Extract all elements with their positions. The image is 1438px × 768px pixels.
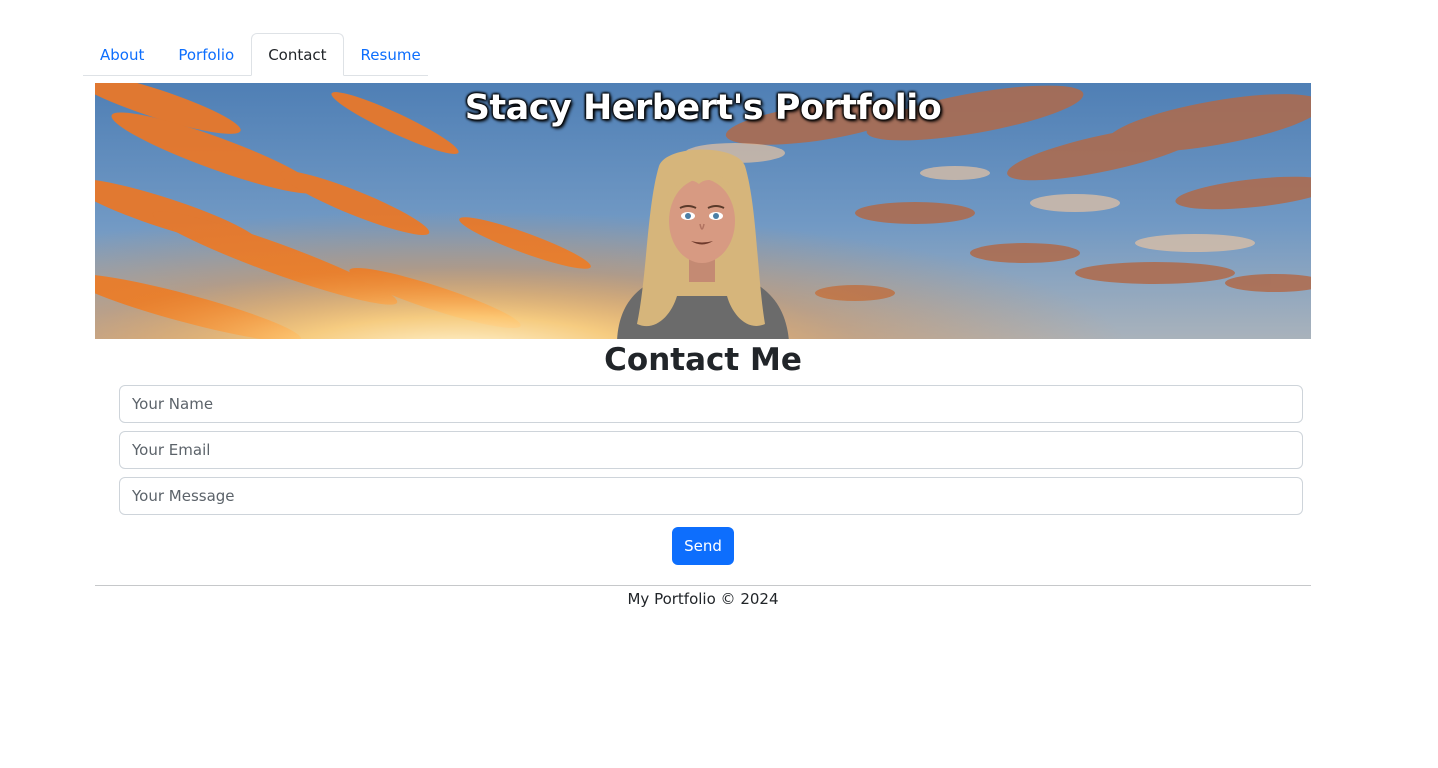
footer-copyright: My Portfolio © 2024 (627, 590, 779, 608)
site-title: Stacy Herbert's Portfolio (464, 88, 942, 128)
name-input[interactable] (119, 385, 1303, 423)
message-input[interactable] (119, 477, 1303, 515)
tab-about[interactable]: About (83, 33, 161, 76)
tab-contact[interactable]: Contact (251, 33, 344, 76)
email-input[interactable] (119, 431, 1303, 469)
nav-tabs: About Porfolio Contact Resume (83, 33, 428, 76)
tab-portfolio[interactable]: Porfolio (161, 33, 251, 76)
footer: My Portfolio © 2024 (0, 589, 1406, 609)
send-button[interactable]: Send (672, 527, 734, 565)
tab-resume[interactable]: Resume (344, 33, 438, 76)
avatar (617, 149, 789, 339)
hero-banner: Stacy Herbert's Portfolio (95, 83, 1311, 339)
footer-divider (95, 585, 1311, 586)
contact-heading: Contact Me (604, 342, 802, 378)
